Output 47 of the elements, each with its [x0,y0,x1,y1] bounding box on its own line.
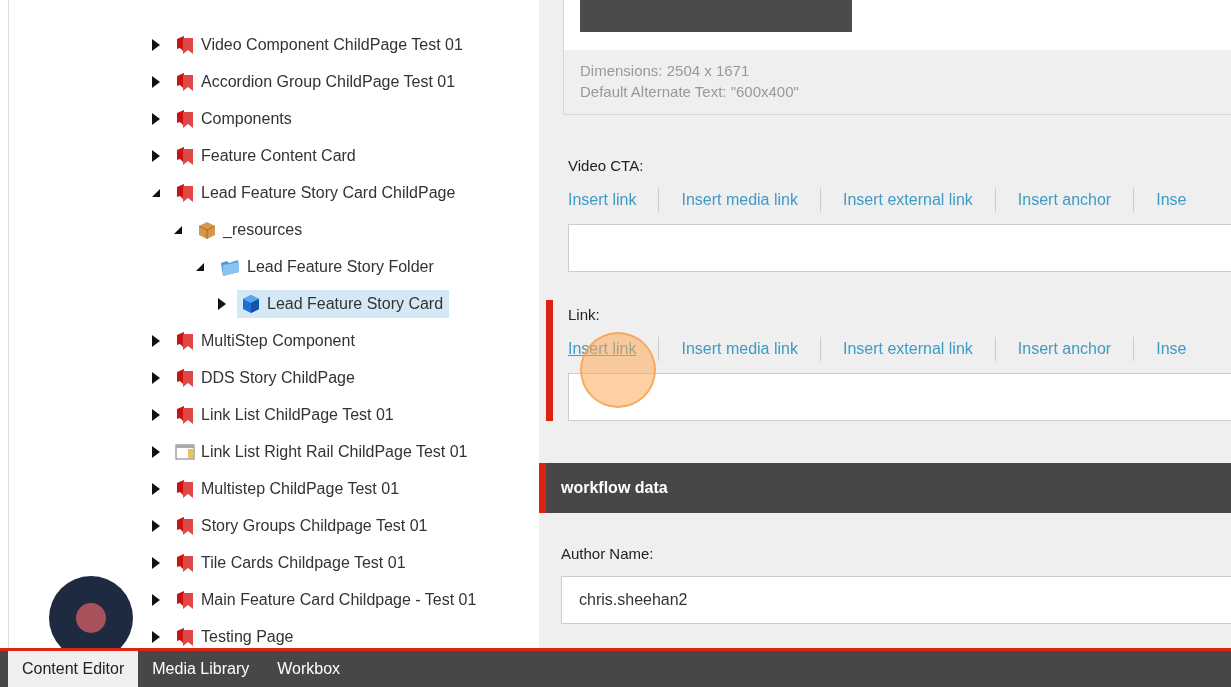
bookmark-icon [175,478,195,499]
link-input[interactable] [568,373,1231,421]
bookmark-icon [175,552,195,573]
tree-item[interactable]: MultiStep Component [171,326,361,355]
bookmark-icon [175,34,195,55]
bookmark-icon [175,589,195,610]
tree-item[interactable]: Accordion Group ChildPage Test 01 [171,67,462,96]
link-input[interactable] [568,224,1231,272]
bookmark-icon [175,367,195,388]
tree-item[interactable]: Link List ChildPage Test 01 [171,400,400,429]
tree-item[interactable]: Feature Content Card [171,141,362,170]
text-input[interactable]: chris.sheehan2 [561,576,1231,624]
alt-text: Default Alternate Text: "600x400" [580,83,800,100]
tree-item[interactable]: Video Component ChildPage Test 01 [171,30,469,59]
field-label: Link: [568,306,601,323]
bottom-tab[interactable]: Workbox [263,651,355,687]
tree-item[interactable]: Story Groups Childpage Test 01 [171,511,434,540]
bookmark-icon [175,515,195,536]
tree-item[interactable]: _resources [193,215,309,244]
field-label: Video CTA: [568,157,645,174]
tree-item[interactable]: Lead Feature Story Card ChildPage [171,178,462,207]
tree-item[interactable]: Components [171,104,298,133]
bookmark-icon [175,330,195,351]
bookmark-icon [175,626,195,647]
bottom-tab[interactable]: Content Editor [8,651,139,687]
section-title: workflow data [561,479,668,497]
tree-item[interactable]: Tile Cards Childpage Test 01 [171,548,412,577]
bookmark-icon [175,404,195,425]
tree-item[interactable]: Testing Page [171,622,300,648]
bookmark-icon [175,71,195,92]
tree-item[interactable]: DDS Story ChildPage [171,363,361,392]
bookmark-icon [175,182,195,203]
bookmark-icon [175,145,195,166]
tree-item[interactable]: Link List Right Rail ChildPage Test 01 [171,437,474,466]
box-icon [197,219,217,240]
tree-item[interactable]: Lead Feature Story Card [237,289,450,318]
bottom-tab[interactable]: Media Library [138,651,264,687]
field-label: Author Name: [561,545,655,562]
tree-item[interactable]: Multistep ChildPage Test 01 [171,474,406,503]
tree-item[interactable]: Lead Feature Story Folder [215,252,440,281]
dimensions-text: Dimensions: 2504 x 1671 [580,62,751,79]
record-dot-icon [76,603,106,633]
window-icon [175,443,195,460]
bookmark-icon [175,108,195,129]
tree-item[interactable]: Main Feature Card Childpage - Test 01 [171,585,483,614]
cube-icon [241,293,261,314]
record-button[interactable] [49,576,133,648]
